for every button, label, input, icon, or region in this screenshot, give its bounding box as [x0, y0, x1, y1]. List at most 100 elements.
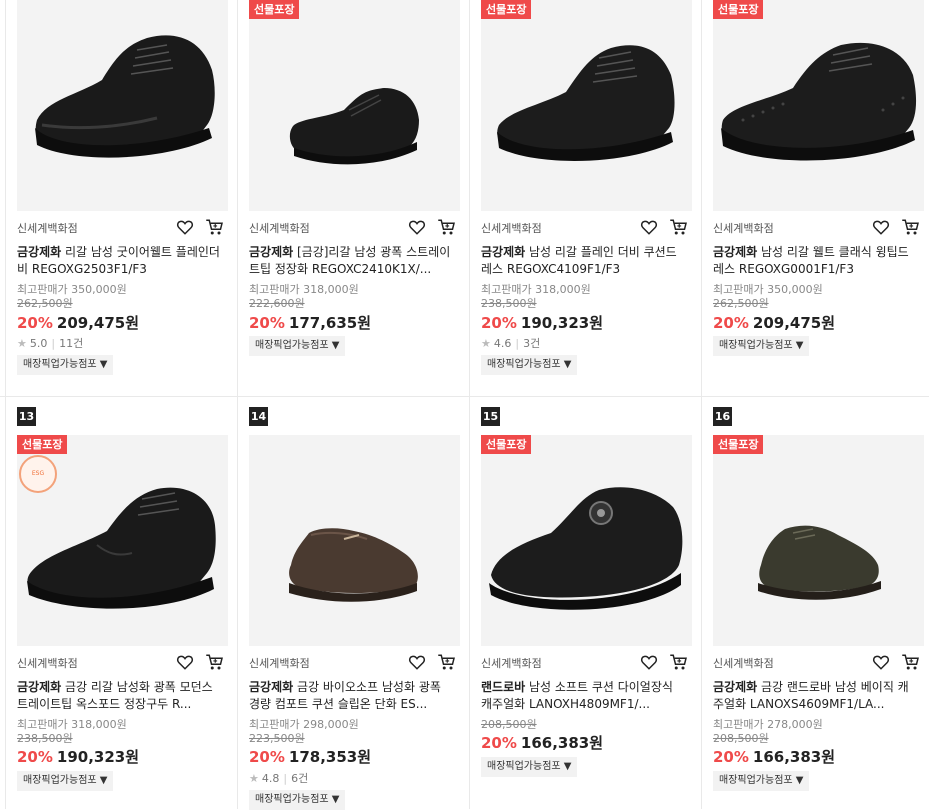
product-title[interactable]: 랜드로바 남성 소프트 쿠션 다이얼장식 캐주얼화 LANOXH4809MF1/…: [481, 679, 686, 713]
product-card[interactable]: 선물포장 신세계백화점 금강제화 남성 리갈 플레인 더비 쿠션드레스 REGO…: [481, 0, 692, 396]
heart-icon[interactable]: [176, 218, 194, 236]
original-price: 208,500원: [713, 732, 769, 745]
sale-price: 20% 177,635원: [249, 314, 372, 332]
product-card[interactable]: 선물포장 신세계백화점 금강제화 [금강]리갈 남성 광폭 스트레이트팁 정장화…: [249, 0, 460, 396]
store-row: 신세계백화점: [481, 217, 692, 237]
gift-wrap-badge: 선물포장: [17, 435, 68, 454]
store-row: 신세계백화점: [713, 217, 924, 237]
store-row: 신세계백화점: [249, 652, 460, 672]
gift-wrap-badge: 선물포장: [481, 435, 532, 454]
cart-icon[interactable]: [437, 218, 456, 236]
star-icon: ★: [249, 772, 259, 785]
rank-badge: 13: [17, 407, 36, 426]
product-card[interactable]: 신세계백화점 금강제화 리갈 남성 굿이어웰트 플레인더비 REGOXG2503…: [17, 0, 228, 396]
sale-price: 20% 190,323원: [17, 748, 140, 766]
original-price: 223,500원: [249, 732, 305, 745]
cart-icon[interactable]: [669, 653, 688, 671]
store-pickup-dropdown[interactable]: 매장픽업가능점포 ▼: [481, 355, 578, 375]
store-pickup-dropdown[interactable]: 매장픽업가능점포 ▼: [249, 790, 346, 810]
sale-price: 20% 190,323원: [481, 314, 604, 332]
store-row: 신세계백화점: [249, 217, 460, 237]
rating: ★ 4.8 | 6건: [249, 772, 309, 785]
store-row: 신세계백화점: [481, 652, 692, 672]
store-pickup-dropdown[interactable]: 매장픽업가능점포 ▼: [17, 355, 114, 375]
original-price: 222,600원: [249, 297, 305, 310]
product-image[interactable]: [17, 0, 228, 211]
rating: ★ 5.0 | 11건: [17, 337, 84, 350]
product-image[interactable]: 선물포장: [481, 0, 692, 211]
shoe-image: [289, 528, 418, 602]
product-image[interactable]: [249, 435, 460, 646]
heart-icon[interactable]: [408, 218, 426, 236]
gift-wrap-badge: 선물포장: [713, 435, 764, 454]
heart-icon[interactable]: [640, 218, 658, 236]
grid-divider: [237, 0, 238, 809]
heart-icon[interactable]: [640, 653, 658, 671]
cart-icon[interactable]: [205, 218, 224, 236]
product-title[interactable]: 금강제화 금강 바이오소프 남성화 광폭 경량 컴포트 쿠션 슬립온 단화 ES…: [249, 679, 454, 713]
sale-price: 20% 166,383원: [713, 748, 836, 766]
product-title[interactable]: 금강제화 금강 랜드로바 남성 베이직 캐주얼화 LANOXS4609MF1/L…: [713, 679, 918, 713]
store-name: 신세계백화점: [713, 657, 774, 670]
product-title[interactable]: 금강제화 리갈 남성 굿이어웰트 플레인더비 REGOXG2503F1/F3: [17, 244, 222, 278]
store-name: 신세계백화점: [481, 222, 542, 235]
store-name: 신세계백화점: [249, 657, 310, 670]
shoe-image: [758, 525, 881, 600]
store-pickup-dropdown[interactable]: 매장픽업가능점포 ▼: [713, 771, 810, 791]
shoe-image: [35, 35, 215, 158]
store-row: 신세계백화점: [17, 217, 228, 237]
product-title[interactable]: 금강제화 금강 리갈 남성화 광폭 모던스트레이트팁 옥스포드 정장구두 R..…: [17, 679, 222, 713]
product-title[interactable]: 금강제화 남성 리갈 웰트 클래식 윙팁드레스 REGOXG0001F1/F3: [713, 244, 918, 278]
heart-icon[interactable]: [872, 653, 890, 671]
shoe-image: [721, 42, 917, 161]
rank-badge: 14: [249, 407, 268, 426]
cart-icon[interactable]: [901, 653, 920, 671]
esg-stamp: ESG: [19, 455, 57, 493]
product-image[interactable]: 선물포장: [713, 435, 924, 646]
product-card[interactable]: 14 신세계백화점 금강제화 금강 바이오소프 남성화 광폭 경량 컴포트 쿠션…: [249, 407, 460, 810]
star-icon: ★: [481, 337, 491, 350]
rating: ★ 4.6 | 3건: [481, 337, 541, 350]
heart-icon[interactable]: [408, 653, 426, 671]
original-price: 262,500원: [17, 297, 73, 310]
store-name: 신세계백화점: [481, 657, 542, 670]
heart-icon[interactable]: [176, 653, 194, 671]
cart-icon[interactable]: [901, 218, 920, 236]
store-pickup-dropdown[interactable]: 매장픽업가능점포 ▼: [17, 771, 114, 791]
product-image[interactable]: 선물포장: [249, 0, 460, 211]
heart-icon[interactable]: [872, 218, 890, 236]
row-divider: [0, 396, 929, 397]
store-name: 신세계백화점: [17, 222, 78, 235]
original-price: 262,500원: [713, 297, 769, 310]
store-name: 신세계백화점: [249, 222, 310, 235]
store-pickup-dropdown[interactable]: 매장픽업가능점포 ▼: [481, 757, 578, 777]
product-title[interactable]: 금강제화 [금강]리갈 남성 광폭 스트레이트팁 정장화 REGOXC2410K…: [249, 244, 454, 278]
shoe-image: [489, 487, 683, 610]
sale-price: 20% 209,475원: [713, 314, 836, 332]
gift-wrap-badge: 선물포장: [249, 0, 300, 19]
store-pickup-dropdown[interactable]: 매장픽업가능점포 ▼: [249, 336, 346, 356]
cart-icon[interactable]: [437, 653, 456, 671]
original-price: 238,500원: [17, 732, 73, 745]
product-card[interactable]: 13 선물포장 ESG 신세계백화점 금강제화 금강 리갈 남성화 광폭 모던스…: [17, 407, 228, 809]
rank-badge: 15: [481, 407, 500, 426]
product-card[interactable]: 15 선물포장 신세계백화점 랜드로바 남성 소프트 쿠션 다이얼장식 캐주얼화…: [481, 407, 692, 809]
gift-wrap-badge: 선물포장: [481, 0, 532, 19]
rank-badge: 16: [713, 407, 732, 426]
cart-icon[interactable]: [669, 218, 688, 236]
sale-price: 20% 178,353원: [249, 748, 372, 766]
product-card[interactable]: 선물포장 신세계백화점 금강제화 남성 리갈 웰트 클래식 윙팁드레스 REGO…: [713, 0, 924, 396]
grid-divider: [469, 0, 470, 809]
store-name: 신세계백화점: [17, 657, 78, 670]
product-image[interactable]: 선물포장: [481, 435, 692, 646]
product-image[interactable]: 선물포장: [713, 0, 924, 211]
cart-icon[interactable]: [205, 653, 224, 671]
product-image[interactable]: 선물포장 ESG: [17, 435, 228, 646]
product-card[interactable]: 16 선물포장 신세계백화점 금강제화 금강 랜드로바 남성 베이직 캐주얼화 …: [713, 407, 924, 809]
star-icon: ★: [17, 337, 27, 350]
grid-divider: [701, 0, 702, 809]
store-pickup-dropdown[interactable]: 매장픽업가능점포 ▼: [713, 336, 810, 356]
shoe-image: [497, 45, 675, 161]
gift-wrap-badge: 선물포장: [713, 0, 764, 19]
product-title[interactable]: 금강제화 남성 리갈 플레인 더비 쿠션드레스 REGOXC4109F1/F3: [481, 244, 686, 278]
